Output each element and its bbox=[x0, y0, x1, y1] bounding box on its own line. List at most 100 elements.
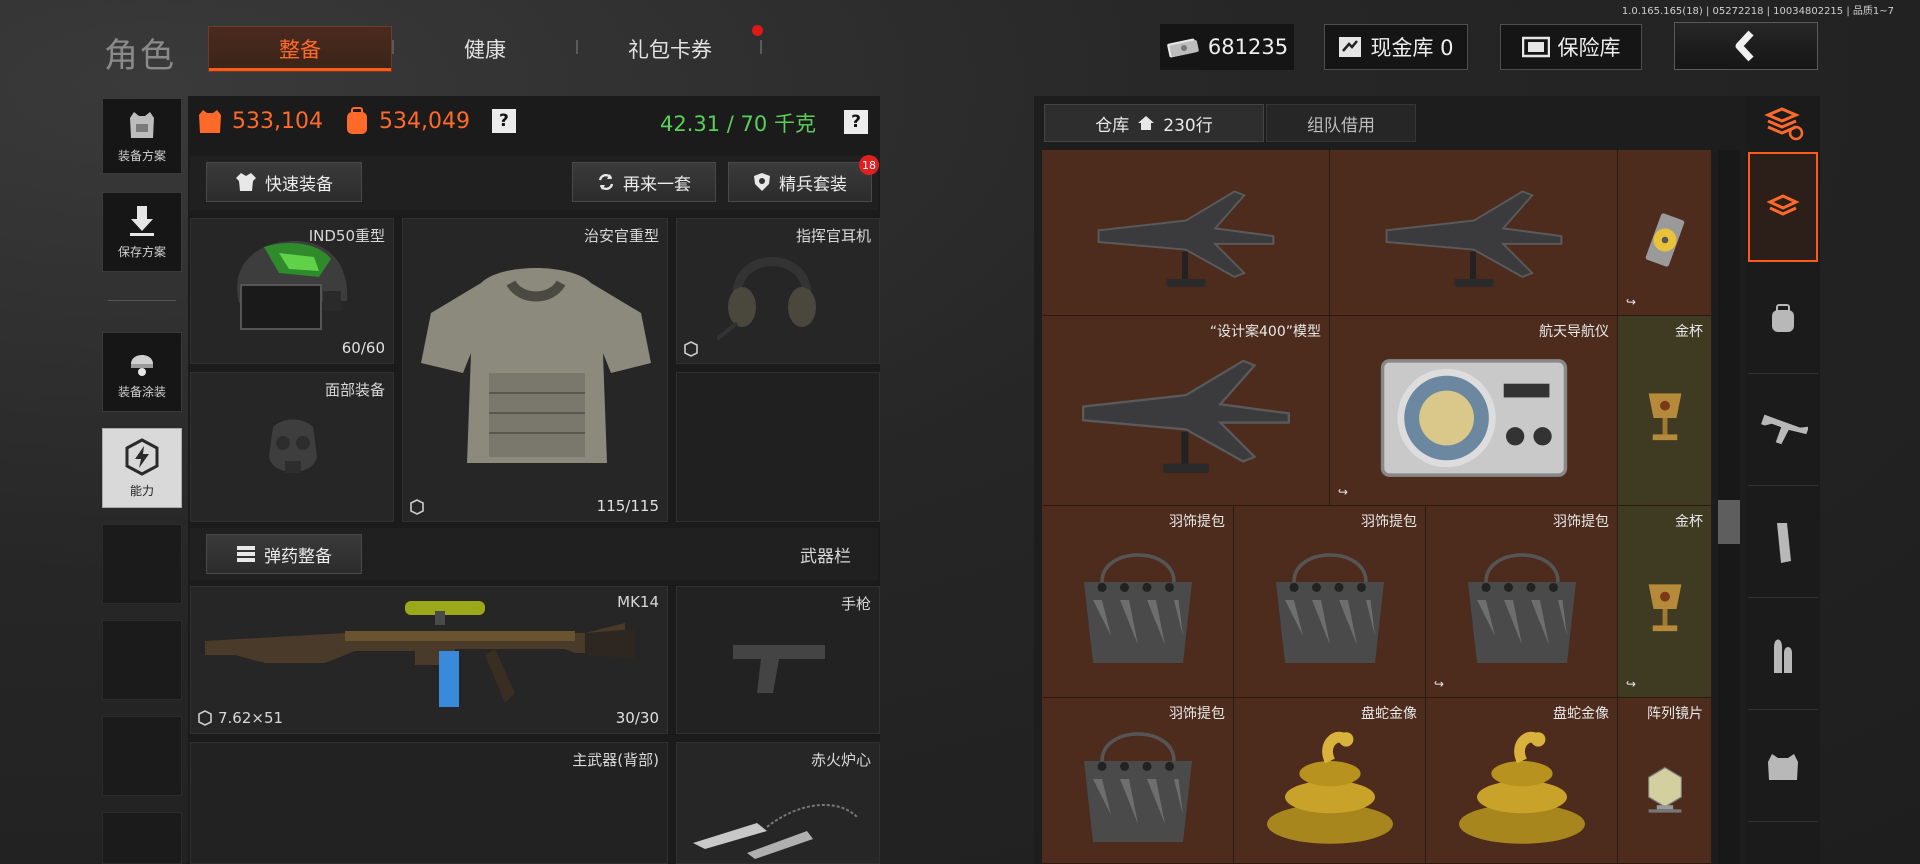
quick-equip-button[interactable]: 快速装备 bbox=[206, 162, 362, 202]
category-ammo[interactable] bbox=[1748, 600, 1818, 710]
sidebar-divider bbox=[108, 300, 176, 301]
sidebar-ability[interactable]: 能力 bbox=[102, 428, 182, 508]
pistol-icon bbox=[733, 645, 825, 693]
category-magazine[interactable] bbox=[1748, 488, 1818, 598]
category-armor[interactable] bbox=[1748, 712, 1818, 822]
magazine-icon bbox=[1777, 522, 1791, 563]
sidebar-empty-slot bbox=[102, 620, 182, 700]
weapon-bar-label: 武器栏 bbox=[800, 547, 851, 567]
helmet-slot[interactable]: IND50重型 60/60 bbox=[190, 218, 394, 364]
box-icon bbox=[198, 710, 212, 726]
headset-image bbox=[717, 257, 816, 341]
box-icon bbox=[684, 341, 698, 357]
snake-image bbox=[1267, 731, 1393, 844]
vest-value-icon bbox=[199, 110, 221, 133]
warehouse-item-label: 航天导航仪 bbox=[1539, 324, 1609, 340]
warehouse-item-label: 盘蛇金像 bbox=[1553, 706, 1609, 722]
tab-divider bbox=[392, 40, 394, 54]
again-button[interactable]: 再来一套 bbox=[572, 162, 716, 202]
navigator-image bbox=[1380, 359, 1568, 477]
tab-warehouse[interactable]: 仓库 230行 bbox=[1044, 104, 1264, 142]
headset-slot[interactable]: 指挥官耳机 bbox=[676, 218, 880, 364]
refresh-icon bbox=[598, 173, 614, 191]
vault-icon bbox=[1339, 37, 1362, 57]
pistol-slot-label: 手枪 bbox=[840, 595, 871, 613]
weight-indicator: 42.31 / 70 千克 bbox=[660, 112, 816, 136]
elite-badge: 18 bbox=[859, 155, 879, 175]
category-backpack[interactable] bbox=[1748, 264, 1818, 374]
tab-gift-cards[interactable]: 礼包卡券 bbox=[590, 26, 750, 72]
warehouse-item[interactable] bbox=[1042, 150, 1330, 316]
warehouse-item[interactable]: 羽饰提包 bbox=[1042, 506, 1234, 698]
back-button[interactable] bbox=[1674, 22, 1818, 70]
sidebar-label: 能力 bbox=[129, 484, 154, 498]
primary-back-slot[interactable]: 主武器(背部) bbox=[190, 742, 668, 864]
safe-icon bbox=[1521, 36, 1550, 58]
warehouse-item-label: 羽饰提包 bbox=[1169, 514, 1225, 530]
version-text: 1.0.165.165(18) | 05272218 | 10034802215… bbox=[1621, 6, 1894, 17]
cash-vault-button[interactable]: 现金库 0 bbox=[1324, 24, 1468, 70]
weight-help-button[interactable]: ? bbox=[844, 110, 868, 134]
pistol-slot[interactable]: 手枪 bbox=[676, 586, 880, 734]
warehouse-item[interactable]: 航天导航仪 ↪ bbox=[1330, 316, 1618, 506]
primary-back-label: 主武器(背部) bbox=[572, 751, 659, 769]
safe-button[interactable]: 保险库 bbox=[1500, 24, 1642, 70]
bag-image bbox=[1084, 732, 1192, 842]
helmet-durability: 60/60 bbox=[341, 339, 385, 357]
magazine-count: 30/30 bbox=[615, 709, 659, 727]
warehouse-item[interactable] bbox=[1330, 150, 1618, 316]
exit-marker-icon: ↪ bbox=[1626, 677, 1637, 691]
warehouse-item[interactable]: 羽饰提包 ↪ bbox=[1426, 506, 1618, 698]
ammo-icon bbox=[1774, 639, 1792, 673]
vest-icon bbox=[130, 112, 154, 138]
sidebar-paint[interactable]: 装备涂装 bbox=[102, 332, 182, 412]
cup-image bbox=[1648, 584, 1682, 632]
warehouse-item-label: “设计案400”模型 bbox=[1209, 324, 1321, 340]
sort-button[interactable] bbox=[1752, 104, 1816, 144]
category-all[interactable] bbox=[1748, 152, 1818, 262]
home-icon bbox=[1138, 116, 1155, 130]
safe-label: 保险库 bbox=[1557, 36, 1621, 60]
equipped-value: 533,104 bbox=[232, 108, 323, 134]
category-rifle[interactable] bbox=[1748, 376, 1818, 486]
warehouse-item[interactable]: 羽饰提包 bbox=[1234, 506, 1426, 698]
warehouse-item[interactable]: ↪ bbox=[1618, 150, 1712, 316]
warehouse-item-label: 金杯 bbox=[1675, 514, 1703, 530]
tab-team-borrow[interactable]: 组队借用 bbox=[1266, 104, 1416, 142]
sidebar-loadout-plan[interactable]: 装备方案 bbox=[102, 98, 182, 174]
tab-equip[interactable]: 整备 bbox=[208, 26, 392, 72]
warehouse-item[interactable]: 金杯 ↪ bbox=[1618, 506, 1712, 698]
backpack-icon bbox=[1772, 303, 1794, 332]
face-slot[interactable]: 面部装备 bbox=[190, 372, 394, 522]
sidebar-empty-slot bbox=[102, 812, 182, 864]
bag-image bbox=[1276, 553, 1384, 663]
warehouse-item[interactable]: 盘蛇金像 bbox=[1234, 698, 1426, 864]
mk14-rifle-image bbox=[205, 601, 635, 707]
warehouse-item[interactable]: 金杯 bbox=[1618, 316, 1712, 506]
scrollbar-thumb[interactable] bbox=[1718, 500, 1740, 544]
warehouse-item[interactable]: 羽饰提包 bbox=[1042, 698, 1234, 864]
elite-set-button[interactable]: 精兵套装 18 bbox=[728, 155, 879, 202]
cash-vault-label: 现金库 0 bbox=[1370, 36, 1454, 60]
sidebar-label: 保存方案 bbox=[117, 245, 166, 259]
warehouse-item[interactable]: 盘蛇金像 bbox=[1426, 698, 1618, 864]
sidebar-save-plan[interactable]: 保存方案 bbox=[102, 192, 182, 272]
ammo-equip-button[interactable]: 弹药整备 bbox=[206, 534, 362, 574]
warehouse-item-label: 盘蛇金像 bbox=[1361, 706, 1417, 722]
tab-health[interactable]: 健康 bbox=[400, 26, 570, 72]
cash-display: 681235 bbox=[1160, 24, 1294, 70]
empty-slot bbox=[676, 372, 880, 522]
warehouse-item-label: 金杯 bbox=[1675, 324, 1703, 340]
primary-weapon-slot[interactable]: MK14 7.62×51 30/30 bbox=[190, 586, 668, 734]
armor-slot[interactable]: 治安官重型 115/115 bbox=[402, 218, 668, 522]
warehouse-item[interactable]: “设计案400”模型 bbox=[1042, 316, 1330, 506]
shirt-icon bbox=[236, 173, 256, 191]
melee-name: 赤火炉心 bbox=[810, 751, 871, 769]
warehouse-item[interactable]: 阵列镜片 bbox=[1618, 698, 1712, 864]
melee-slot[interactable]: 赤火炉心 bbox=[676, 742, 880, 864]
help-button[interactable]: ? bbox=[491, 109, 516, 133]
warehouse-item-label: 羽饰提包 bbox=[1169, 706, 1225, 722]
face-slot-label: 面部装备 bbox=[324, 381, 385, 399]
cash-amount: 681235 bbox=[1207, 35, 1289, 59]
stats-row: 533,104 534,049 ? bbox=[196, 106, 516, 136]
